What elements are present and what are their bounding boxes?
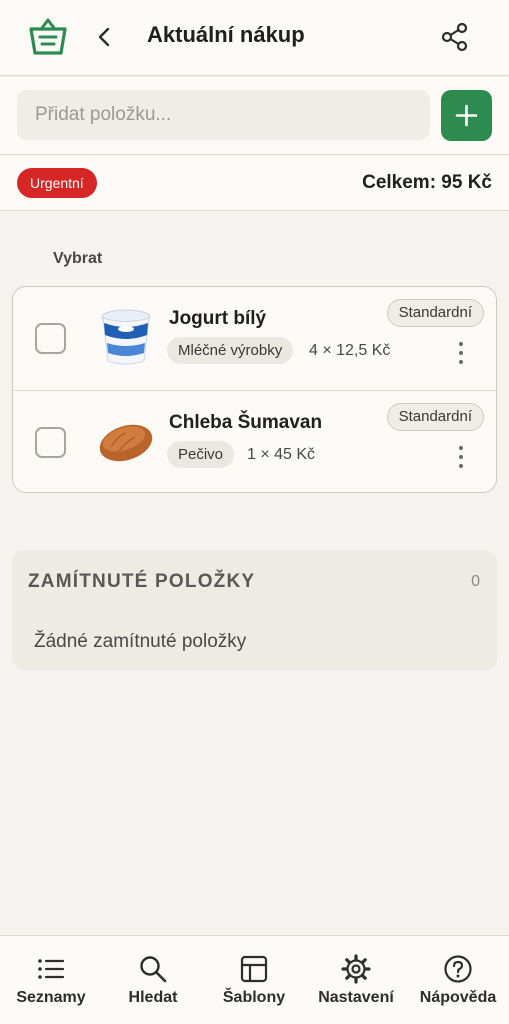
total-price: Celkem: 95 Kč	[362, 172, 492, 193]
plus-icon	[455, 104, 478, 127]
nav-item-lists[interactable]: Seznamy	[0, 936, 102, 1024]
page-title: Aktuální nákup	[147, 22, 305, 47]
bottom-navigation: Seznamy Hledat Šablony Nastavení Nápověd…	[0, 935, 509, 1024]
nav-item-help[interactable]: Nápověda	[407, 936, 509, 1024]
category-chip: Pečivo	[167, 441, 235, 468]
item-quantity-price: 4 × 12,5 Kč	[309, 342, 391, 359]
rejected-items-section[interactable]: ZAMÍTNUTÉ POLOŽKY 0 Žádné zamítnuté polo…	[12, 550, 497, 670]
item-quantity-price: 1 × 45 Kč	[247, 446, 316, 463]
nav-label: Šablony	[222, 989, 286, 1006]
nav-item-search[interactable]: Hledat	[102, 936, 204, 1024]
add-item-button[interactable]	[441, 90, 492, 141]
list-icon	[38, 959, 65, 979]
category-chip: Mléčné výrobky	[167, 337, 294, 364]
item-type-badge[interactable]: Standardní	[386, 299, 484, 327]
nav-label: Seznamy	[16, 989, 86, 1006]
rejected-items-title: ZAMÍTNUTÉ POLOŽKY	[28, 571, 256, 592]
app-header: Aktuální nákup	[0, 0, 509, 76]
more-options-icon[interactable]	[451, 339, 471, 367]
shopping-basket-icon[interactable]	[28, 18, 68, 56]
item-name: Chleba Šumavan	[169, 412, 323, 433]
rejected-items-count: 0	[471, 573, 480, 590]
gear-icon	[341, 954, 371, 984]
shopping-list: Jogurt bílý Mléčné výrobky 4 × 12,5 Kč S…	[12, 286, 497, 493]
priority-badge[interactable]: Urgentní	[17, 168, 97, 198]
add-item-bar	[0, 77, 509, 155]
nav-label: Nápověda	[419, 989, 497, 1006]
chevron-left-icon[interactable]	[92, 22, 118, 52]
item-type-badge[interactable]: Standardní	[386, 403, 484, 431]
nav-item-templates[interactable]: Šablony	[203, 936, 305, 1024]
list-item[interactable]: Jogurt bílý Mléčné výrobky 4 × 12,5 Kč S…	[13, 287, 496, 390]
rejected-items-empty-text: Žádné zamítnuté položky	[34, 631, 247, 652]
list-item[interactable]: Chleba Šumavan Pečivo 1 × 45 Kč Standard…	[13, 390, 496, 492]
template-icon	[240, 955, 268, 983]
share-icon[interactable]	[440, 22, 470, 52]
item-name: Jogurt bílý	[169, 308, 267, 329]
add-item-input[interactable]	[17, 90, 430, 140]
search-icon	[140, 956, 167, 983]
item-checkbox[interactable]	[35, 323, 66, 354]
nav-item-settings[interactable]: Nastavení	[305, 936, 407, 1024]
more-options-icon[interactable]	[451, 443, 471, 471]
nav-label: Nastavení	[318, 989, 394, 1006]
select-all-label[interactable]: Vybrat	[53, 250, 102, 268]
yogurt-cup-icon	[101, 309, 151, 365]
help-icon	[444, 955, 472, 983]
bread-loaf-icon	[99, 424, 153, 462]
list-summary: Urgentní Celkem: 95 Kč	[0, 156, 509, 211]
item-checkbox[interactable]	[35, 427, 66, 458]
nav-label: Hledat	[128, 989, 178, 1006]
